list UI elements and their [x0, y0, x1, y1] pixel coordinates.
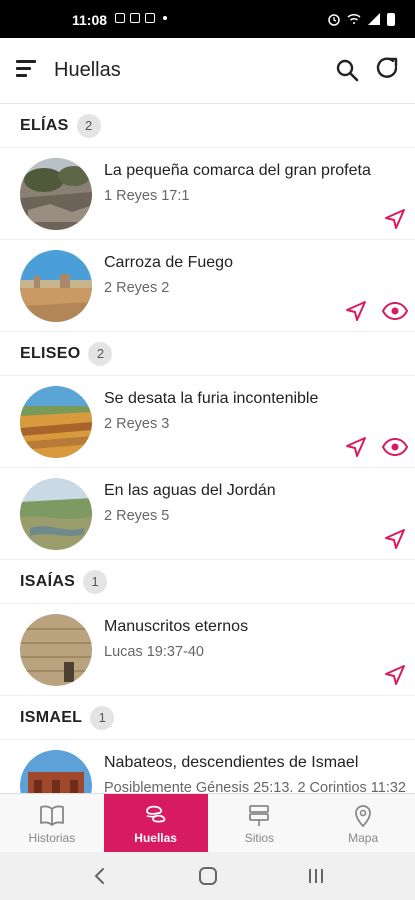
- signal-icon: [368, 13, 380, 25]
- place-thumbnail: [20, 750, 92, 793]
- app-bar: Huellas: [0, 38, 415, 104]
- home-icon[interactable]: [198, 866, 218, 886]
- footprints-icon: [145, 805, 165, 822]
- navigate-icon[interactable]: [345, 300, 367, 322]
- list-item[interactable]: En las aguas del Jordán 2 Reyes 5: [0, 468, 415, 560]
- tab-sitios[interactable]: Sitios: [208, 794, 312, 853]
- navigate-icon[interactable]: [384, 208, 406, 230]
- item-title: Se desata la furia incontenible: [104, 390, 319, 407]
- item-title: Carroza de Fuego: [104, 254, 233, 271]
- page-title: Huellas: [54, 59, 121, 81]
- count-badge: 1: [83, 569, 108, 594]
- item-reference: 2 Reyes 5: [104, 508, 170, 524]
- system-navigation-bar: [0, 852, 415, 900]
- item-reference: Posiblemente Génesis 25:13. 2 Corintios …: [104, 780, 406, 793]
- search-icon[interactable]: [334, 57, 360, 83]
- section-name: ELÍAS: [20, 116, 69, 134]
- refresh-icon[interactable]: [374, 56, 402, 84]
- more-notifications-icon: [163, 16, 167, 20]
- item-reference: 1 Reyes 17:1: [104, 188, 190, 204]
- count-badge: 1: [90, 705, 115, 730]
- back-icon[interactable]: [90, 866, 110, 886]
- eye-icon[interactable]: [382, 300, 408, 322]
- item-reference: 2 Reyes 2: [104, 280, 170, 296]
- section-name: ISAÍAS: [20, 572, 76, 590]
- wifi-icon: [347, 14, 361, 24]
- place-thumbnail: [20, 158, 92, 230]
- item-title: Manuscritos eternos: [104, 618, 249, 635]
- map-pin-icon: [355, 804, 372, 827]
- tab-historias[interactable]: Historias: [0, 794, 104, 853]
- notification-icons: [115, 13, 167, 23]
- list-item[interactable]: Nabateos, descendientes de Ismael Posibl…: [0, 740, 415, 793]
- item-title: Nabateos, descendientes de Ismael: [104, 754, 359, 771]
- list-item[interactable]: Carroza de Fuego 2 Reyes 2: [0, 240, 415, 332]
- status-bar: 11:08: [0, 0, 415, 38]
- list-item[interactable]: Manuscritos eternos Lucas 19:37-40: [0, 604, 415, 696]
- place-thumbnail: [20, 250, 92, 322]
- book-icon: [39, 805, 64, 826]
- menu-icon[interactable]: [16, 60, 38, 80]
- section-header-ismael: ISMAEL 1: [0, 696, 415, 740]
- sim-notification-icon: [130, 13, 140, 23]
- item-title: La pequeña comarca del gran profeta: [104, 162, 371, 179]
- system-icons: [327, 12, 395, 26]
- bottom-tab-bar: Historias Huellas Sitios Mapa: [0, 793, 415, 853]
- section-name: ISMAEL: [20, 708, 83, 726]
- section-name: ELISEO: [20, 344, 81, 362]
- tab-huellas[interactable]: Huellas: [103, 794, 208, 853]
- count-badge: 2: [76, 113, 101, 138]
- tab-label: Historias: [28, 830, 76, 845]
- section-header-eliseo: ELISEO 2: [0, 332, 415, 376]
- list-item[interactable]: La pequeña comarca del gran profeta 1 Re…: [0, 148, 415, 240]
- place-thumbnail: [20, 478, 92, 550]
- mail-notification-icon: [145, 13, 155, 23]
- alarm-icon: [328, 14, 340, 26]
- place-thumbnail: [20, 614, 92, 686]
- recents-icon[interactable]: [306, 866, 326, 886]
- count-badge: 2: [88, 341, 113, 366]
- signpost-icon: [249, 804, 270, 826]
- navigate-icon[interactable]: [384, 528, 406, 550]
- tab-label: Sitios: [244, 830, 275, 845]
- status-time: 11:08: [72, 12, 108, 28]
- item-reference: Lucas 19:37-40: [104, 644, 204, 660]
- tab-label: Huellas: [134, 830, 177, 845]
- item-title: En las aguas del Jordán: [104, 482, 276, 499]
- item-reference: 2 Reyes 3: [104, 416, 170, 432]
- navigate-icon[interactable]: [345, 436, 367, 458]
- navigate-icon[interactable]: [384, 664, 406, 686]
- tab-label: Mapa: [348, 830, 379, 845]
- huellas-list[interactable]: ELÍAS 2 La pequeña comarca del gran prof…: [0, 104, 415, 793]
- tab-mapa[interactable]: Mapa: [311, 794, 415, 853]
- image-notification-icon: [115, 13, 125, 23]
- battery-icon: [387, 12, 395, 26]
- eye-icon[interactable]: [382, 436, 408, 458]
- section-header-elias: ELÍAS 2: [0, 104, 415, 148]
- section-header-isaias: ISAÍAS 1: [0, 560, 415, 604]
- place-thumbnail: [20, 386, 92, 458]
- list-item[interactable]: Se desata la furia incontenible 2 Reyes …: [0, 376, 415, 468]
